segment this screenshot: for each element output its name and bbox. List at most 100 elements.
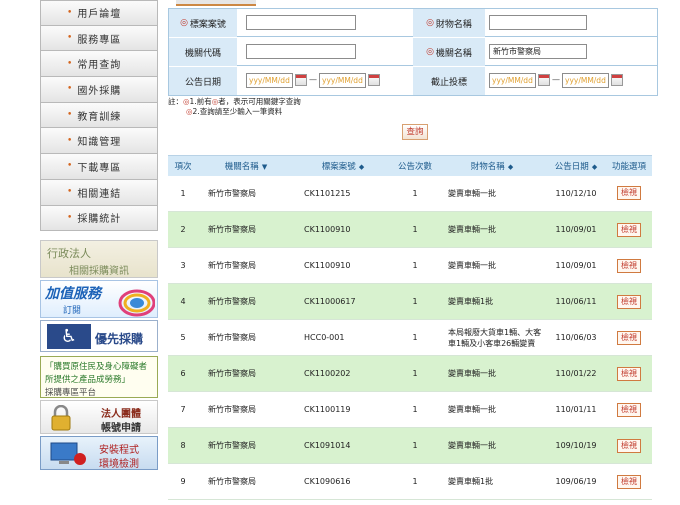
cell-count: 1 [392, 391, 438, 428]
cell-case-no: CK1090616 [294, 463, 392, 500]
agency-name-label: ◎ 機關名稱 [413, 38, 485, 66]
calendar-icon[interactable] [295, 74, 307, 86]
sidebar-item-links[interactable]: • 相關連結 [40, 179, 158, 206]
calendar-icon[interactable] [611, 74, 623, 86]
table-row: 6 新竹市警察局 CK1100202 1 變賣車輛一批 110/01/22 檢視 [168, 355, 652, 392]
banner-priority-procurement[interactable]: ♿ 優先採購 [40, 320, 158, 352]
deadline-start-input[interactable]: yyy/MM/dd [489, 73, 536, 88]
cell-property: 變賣車輛一批 [438, 247, 546, 284]
cell-agency: 新竹市警察局 [198, 427, 294, 464]
sidebar-item-label: 採購統計 [77, 214, 122, 226]
header-agency[interactable]: 機關名稱 ▼ [198, 155, 294, 176]
bullet-icon: • [67, 110, 74, 121]
sidebar-item-forum[interactable]: • 用戶論壇 [40, 0, 158, 26]
property-name-input[interactable] [489, 15, 587, 30]
banner-line: 安裝程式 [99, 445, 139, 456]
view-button[interactable]: 檢視 [617, 294, 641, 309]
banner-legal-entity-account[interactable]: 法人團體 帳號申請 [40, 400, 158, 434]
table-row: 5 新竹市警察局 HCC0-001 1 本局報廢大貨車1輛、大客車1輛及小客車26輛變賣… [168, 319, 652, 356]
bullet-icon: • [67, 212, 74, 223]
bullet-icon: • [67, 84, 74, 95]
cell-count: 1 [392, 211, 438, 248]
case-no-input[interactable] [246, 15, 356, 30]
cell-agency: 新竹市警察局 [198, 391, 294, 428]
cell-count: 1 [392, 319, 438, 356]
sort-icon[interactable]: ◆ [592, 163, 597, 171]
table-row: 9 新竹市警察局 CK1090616 1 變賣車輛1批 109/06/19 檢視 [168, 463, 652, 500]
cell-agency: 新竹市警察局 [198, 355, 294, 392]
sidebar-item-services[interactable]: • 服務專區 [40, 25, 158, 52]
sidebar-item-label: 教育訓練 [77, 111, 122, 123]
cell-property: 變賣車輛一批 [438, 391, 546, 428]
cell-action: 檢視 [606, 283, 652, 320]
computer-icon [50, 442, 86, 465]
cell-count: 1 [392, 427, 438, 464]
deadline-end-input[interactable]: yyy/MM/dd [562, 73, 609, 88]
banner-admin-corporation[interactable]: 行政法人 相關採購資訊 [40, 240, 158, 278]
cell-index: 6 [168, 355, 198, 392]
header-case-no[interactable]: 標案案號 ◆ [294, 155, 392, 176]
table-row: 4 新竹市警察局 CK11000617 1 變賣車輛1批 110/06/11 檢視 [168, 283, 652, 320]
cell-date: 110/06/03 [546, 319, 606, 356]
sidebar-item-label: 常用查詢 [77, 60, 122, 72]
cell-agency: 新竹市警察局 [198, 175, 294, 212]
view-button[interactable]: 檢視 [617, 474, 641, 489]
case-no-label: ◎ 標案案號 [169, 9, 237, 37]
banner-disability-procurement[interactable]: 「購買原住民及身心障礙者 所提供之產品成勞務」 採購專區平台 [40, 356, 158, 398]
sort-icon[interactable]: ◆ [508, 163, 513, 171]
banner-line: 優先採購 [95, 332, 144, 346]
announce-date-start-input[interactable]: yyy/MM/dd [246, 73, 293, 88]
banner-line: 所提供之產品成勞務」 [45, 375, 131, 385]
view-button[interactable]: 檢視 [617, 438, 641, 453]
view-button[interactable]: 檢視 [617, 186, 641, 201]
cell-date: 109/10/19 [546, 427, 606, 464]
cell-index: 7 [168, 391, 198, 428]
cell-count: 1 [392, 247, 438, 284]
cell-case-no: CK1101215 [294, 175, 392, 212]
cell-action: 檢視 [606, 391, 652, 428]
banner-value-added-service[interactable]: 加值服務 訂閱 [40, 280, 158, 318]
banner-line: 法人團體 [101, 409, 141, 420]
cell-action: 檢視 [606, 463, 652, 500]
announce-date-end-input[interactable]: yyy/MM/dd [319, 73, 366, 88]
sidebar-item-statistics[interactable]: • 採購統計 [40, 205, 158, 232]
sidebar-item-knowledge[interactable]: • 知識管理 [40, 128, 158, 155]
top-tab-strip [168, 0, 658, 8]
sidebar-item-foreign-procurement[interactable]: • 國外採購 [40, 77, 158, 103]
sidebar-item-common-query[interactable]: • 常用查詢 [40, 51, 158, 78]
note-line-2: ◎2.查詢請至少輸入一筆資料 [186, 107, 283, 116]
cell-index: 1 [168, 175, 198, 212]
sidebar-item-label: 國外採購 [77, 85, 122, 97]
agency-code-label: 機關代碼 [169, 38, 237, 66]
sidebar-menu: • 用戶論壇 • 服務專區 • 常用查詢 • 國外採購 • 教育訓練 • 知識管理 • 下載專… [40, 0, 158, 232]
header-date[interactable]: 公告日期 ◆ [546, 155, 606, 176]
cell-date: 110/01/22 [546, 355, 606, 392]
cell-case-no: CK1100910 [294, 247, 392, 284]
keyword-marker-icon: ◎ [426, 47, 434, 57]
sidebar-item-label: 服務專區 [77, 34, 122, 46]
sidebar-item-downloads[interactable]: • 下載專區 [40, 154, 158, 180]
view-button[interactable]: 檢視 [617, 222, 641, 237]
view-button[interactable]: 檢視 [617, 258, 641, 273]
sidebar-item-label: 下載專區 [77, 162, 122, 174]
view-button[interactable]: 檢視 [617, 366, 641, 381]
cell-action: 檢視 [606, 355, 652, 392]
view-button[interactable]: 檢視 [617, 330, 641, 345]
cell-action: 檢視 [606, 319, 652, 356]
cell-action: 檢視 [606, 247, 652, 284]
agency-name-input[interactable]: 新竹市警察局 [489, 44, 587, 59]
banner-line: 「購買原住民及身心障礙者 [45, 362, 148, 372]
sort-icon[interactable]: ▼ [262, 163, 267, 171]
sort-icon[interactable]: ◆ [359, 163, 364, 171]
view-button[interactable]: 檢視 [617, 402, 641, 417]
header-property[interactable]: 財物名稱 ◆ [438, 155, 546, 176]
query-button[interactable]: 查詢 [402, 124, 428, 140]
banner-install-check[interactable]: 安裝程式 環境檢測 [40, 436, 158, 470]
cell-property: 變賣車輛一批 [438, 355, 546, 392]
bullet-icon: • [67, 161, 74, 172]
calendar-icon[interactable] [538, 74, 550, 86]
table-row: 7 新竹市警察局 CK1100119 1 變賣車輛一批 110/01/11 檢視 [168, 391, 652, 428]
sidebar-item-training[interactable]: • 教育訓練 [40, 102, 158, 129]
calendar-icon[interactable] [368, 74, 380, 86]
agency-code-input[interactable] [246, 44, 356, 59]
